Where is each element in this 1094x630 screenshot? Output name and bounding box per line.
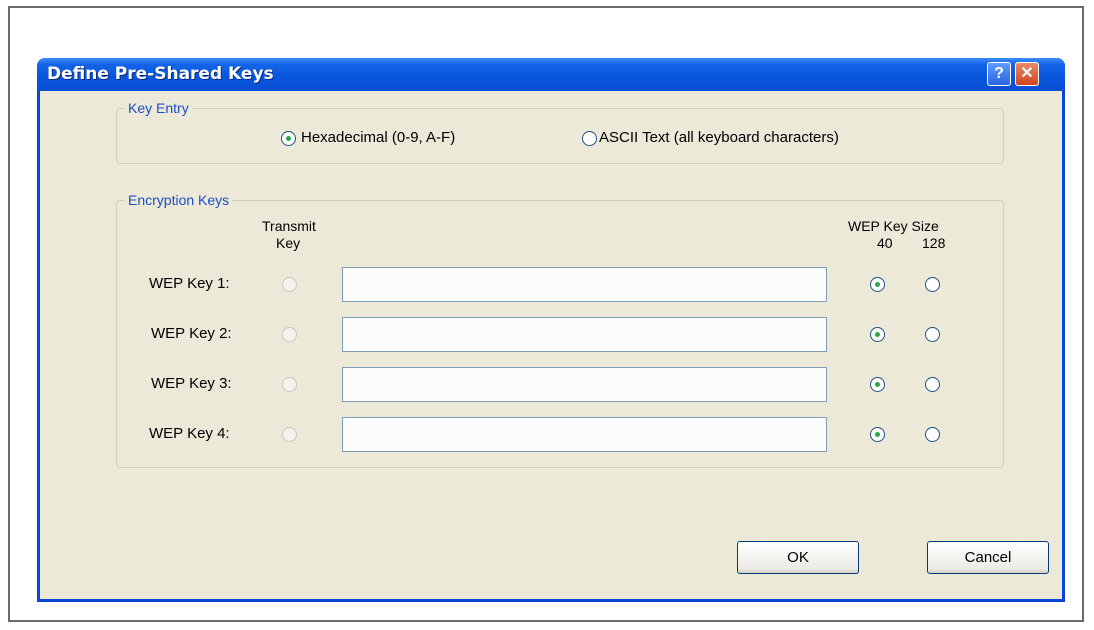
wep-key-1-size-40-radio[interactable] (870, 277, 885, 292)
close-button[interactable]: ✕ (1015, 62, 1039, 86)
wep-key-3-size-40-radio[interactable] (870, 377, 885, 392)
key-entry-legend: Key Entry (125, 100, 192, 116)
dialog-client-area: Key Entry Hexadecimal (0-9, A-F) ASCII T… (40, 91, 1062, 599)
wep-key-4-input[interactable] (342, 417, 827, 452)
wep-key-4-size-128-radio[interactable] (925, 427, 940, 442)
wep-key-3-input[interactable] (342, 367, 827, 402)
key-size-128-header: 128 (922, 235, 946, 251)
encryption-keys-legend: Encryption Keys (125, 192, 233, 208)
ok-button[interactable]: OK (737, 541, 859, 574)
hexadecimal-label[interactable]: Hexadecimal (0-9, A-F) (301, 129, 455, 146)
transmit-key-1-radio[interactable] (282, 277, 297, 292)
dialog-window: Define Pre-Shared Keys ? ✕ Key Entry Hex… (37, 58, 1065, 602)
ascii-text-label[interactable]: ASCII Text (all keyboard characters) (599, 129, 839, 146)
wep-key-1-size-128-radio[interactable] (925, 277, 940, 292)
key-size-40-header: 40 (877, 235, 893, 251)
encryption-keys-group: Encryption Keys Transmit Key WEP Key Siz… (116, 192, 1004, 468)
wep-key-2-input[interactable] (342, 317, 827, 352)
cancel-button[interactable]: Cancel (927, 541, 1049, 574)
wep-key-2-label: WEP Key 2: (151, 325, 232, 342)
wep-key-2-size-40-radio[interactable] (870, 327, 885, 342)
help-button[interactable]: ? (987, 62, 1011, 86)
close-icon: ✕ (1020, 65, 1034, 82)
wep-key-1-input[interactable] (342, 267, 827, 302)
wep-key-4-label: WEP Key 4: (149, 425, 230, 442)
wep-key-3-label: WEP Key 3: (151, 375, 232, 392)
transmit-key-header-line1: Transmit (262, 218, 316, 234)
wep-key-3-size-128-radio[interactable] (925, 377, 940, 392)
dialog-title: Define Pre-Shared Keys (47, 64, 274, 84)
help-icon: ? (994, 65, 1004, 82)
transmit-key-2-radio[interactable] (282, 327, 297, 342)
transmit-key-3-radio[interactable] (282, 377, 297, 392)
wep-key-4-size-40-radio[interactable] (870, 427, 885, 442)
wep-key-1-label: WEP Key 1: (149, 275, 230, 292)
ascii-text-radio[interactable] (582, 131, 597, 146)
wep-key-size-header: WEP Key Size (848, 218, 939, 234)
title-bar[interactable]: Define Pre-Shared Keys ? ✕ (37, 58, 1065, 91)
key-entry-group: Key Entry Hexadecimal (0-9, A-F) ASCII T… (116, 100, 1004, 164)
hexadecimal-radio[interactable] (281, 131, 296, 146)
transmit-key-header-line2: Key (276, 235, 301, 251)
wep-key-2-size-128-radio[interactable] (925, 327, 940, 342)
transmit-key-4-radio[interactable] (282, 427, 297, 442)
